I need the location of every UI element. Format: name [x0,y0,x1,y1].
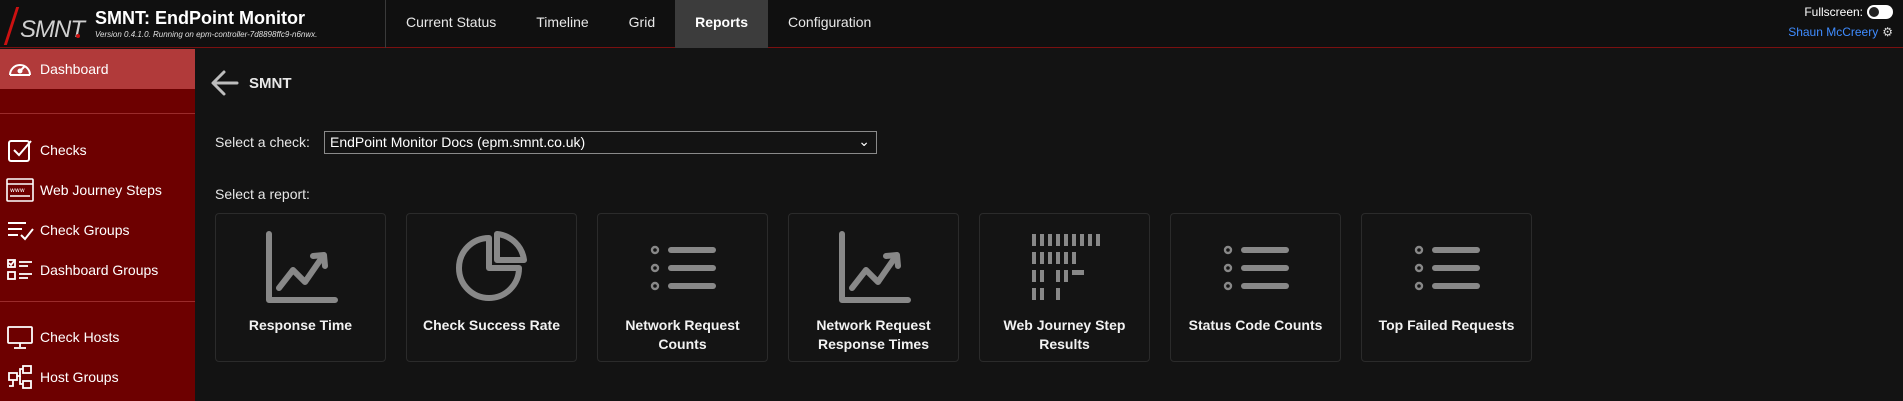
report-card-label: Web Journey Step Results [1003,317,1126,352]
nav-timeline[interactable]: Timeline [516,0,608,48]
sidebar-item-label: Checks [40,142,87,158]
report-card-label: Check Success Rate [423,317,560,333]
breadcrumb: SMNT [249,75,292,92]
nav-current-status[interactable]: Current Status [386,0,516,48]
logo-text: SMNT [20,16,85,43]
sidebar-item-dashboard[interactable]: Dashboard [0,49,195,89]
report-card-web-journey-step-results[interactable]: Web Journey Step Results [979,213,1150,362]
report-card-network-request-response-times[interactable]: Network Request Response Times [788,213,959,362]
list-check-icon [6,216,34,244]
checkbox-icon [6,136,34,164]
sidebar-item-label: Dashboard Groups [40,262,159,278]
fullscreen-control: Fullscreen: [1804,5,1893,19]
sidebar-item-check-groups[interactable]: Check Groups [0,210,195,250]
sidebar-item-checks[interactable]: Checks [0,130,195,170]
report-card-network-request-counts[interactable]: Network Request Counts [597,213,768,362]
top-bar: SMNT SMNT: EndPoint Monitor Version 0.4.… [0,0,1903,48]
fullscreen-toggle[interactable] [1867,5,1893,19]
sidebar-item-web-journey-steps[interactable]: www Web Journey Steps [0,170,195,210]
nav-configuration[interactable]: Configuration [768,0,891,48]
report-card-label: Network Request Counts [625,317,740,352]
check-select-label: Select a check: [215,134,310,150]
report-card-top-failed-requests[interactable]: Top Failed Requests [1361,213,1532,362]
user-menu: Shaun McCreery ⚙ [1788,25,1893,39]
checklist-icon [6,256,34,284]
line-chart-icon [834,230,914,306]
svg-text:www: www [10,187,25,194]
report-card-response-time[interactable]: Response Time [215,213,386,362]
check-select-value: EndPoint Monitor Docs (epm.smnt.co.uk) [330,134,586,150]
browser-icon: www [6,176,34,204]
report-card-label: Network Request Response Times [816,317,931,352]
user-name-link[interactable]: Shaun McCreery [1788,25,1878,39]
nav-grid[interactable]: Grid [609,0,675,48]
sidebar-item-check-hosts[interactable]: Check Hosts [0,317,195,357]
network-icon [6,363,34,391]
waterfall-icon [1025,230,1105,306]
sidebar-item-label: Web Journey Steps [40,182,162,198]
report-select-label: Select a report: [215,186,310,202]
check-select[interactable]: EndPoint Monitor Docs (epm.smnt.co.uk) ⌄ [324,131,877,154]
gauge-icon [6,55,34,83]
line-chart-icon [261,230,341,306]
fullscreen-label: Fullscreen: [1804,5,1863,19]
sidebar-divider [0,301,195,302]
sidebar-item-label: Check Groups [40,222,130,238]
sidebar-item-label: Host Groups [40,369,119,385]
sidebar-item-dashboard-groups[interactable]: Dashboard Groups [0,250,195,290]
sidebar-item-host-groups[interactable]: Host Groups [0,357,195,397]
list-icon [643,230,723,306]
pie-chart-icon [452,230,532,306]
sidebar-divider [0,113,195,114]
monitor-icon [6,323,34,351]
list-icon [1216,230,1296,306]
smnt-logo[interactable]: SMNT [3,7,85,45]
chevron-down-icon: ⌄ [858,133,870,149]
report-card-label: Top Failed Requests [1378,317,1515,333]
app-version: Version 0.4.1.0. Running on epm-controll… [95,30,318,39]
gear-icon[interactable]: ⚙ [1882,25,1893,39]
list-icon [1407,230,1487,306]
main-nav: Current Status Timeline Grid Reports Con… [386,0,891,48]
back-arrow-icon[interactable] [210,68,240,98]
sidebar-item-label: Check Hosts [40,329,120,345]
report-card-status-code-counts[interactable]: Status Code Counts [1170,213,1341,362]
sidebar-item-label: Dashboard [40,61,109,77]
report-card-label: Status Code Counts [1188,317,1323,333]
report-card-label: Response Time [248,317,353,333]
report-card-check-success-rate[interactable]: Check Success Rate [406,213,577,362]
app-title: SMNT: EndPoint Monitor [95,8,305,28]
nav-reports[interactable]: Reports [675,0,769,48]
sidebar: Dashboard Checks www Web Journey Steps C… [0,49,195,401]
report-cards: Response Time Check Success Rate Network… [215,213,1532,362]
